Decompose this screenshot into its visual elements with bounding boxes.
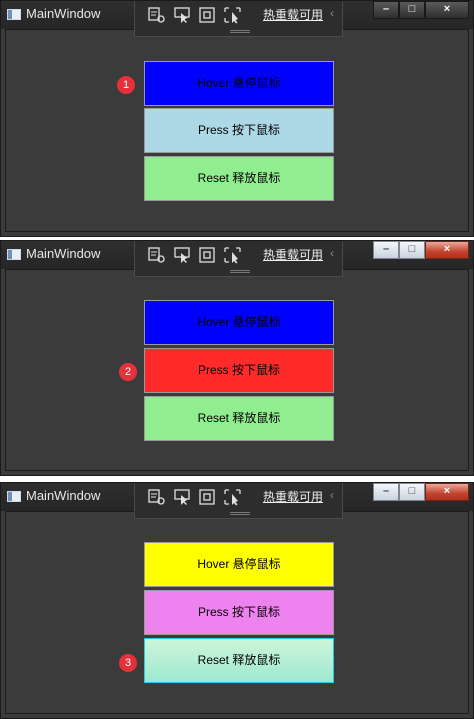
minimize-button[interactable]: – xyxy=(373,1,399,19)
hover-button[interactable]: Hover 悬停鼠标 xyxy=(144,61,334,106)
track-focus-icon[interactable] xyxy=(223,246,242,264)
toolbar-grip[interactable] xyxy=(230,30,250,33)
hover-button[interactable]: Hover 悬停鼠标 xyxy=(144,300,334,345)
select-element-icon[interactable] xyxy=(147,488,166,506)
close-button[interactable]: × xyxy=(425,1,469,19)
window-content: 2 Hover 悬停鼠标 Press 按下鼠标 Reset 释放鼠标 xyxy=(5,269,469,471)
window-title: MainWindow xyxy=(26,488,101,503)
step-badge: 3 xyxy=(119,654,137,672)
pointer-inspect-icon[interactable] xyxy=(173,6,192,24)
app-icon xyxy=(7,9,21,20)
select-element-icon[interactable] xyxy=(147,6,166,24)
window-content: 1 Hover 悬停鼠标 Press 按下鼠标 Reset 释放鼠标 xyxy=(5,29,469,232)
track-focus-icon[interactable] xyxy=(223,488,242,506)
maximize-button[interactable]: □ xyxy=(399,1,425,19)
main-window-1: MainWindow 1 Hover 悬停鼠标 Press 按下鼠标 Reset… xyxy=(0,0,474,237)
step-badge: 2 xyxy=(119,363,137,381)
step-badge: 1 xyxy=(117,76,135,94)
window-title: MainWindow xyxy=(26,246,101,261)
layout-adorner-icon[interactable] xyxy=(198,246,217,264)
hot-reload-status[interactable]: 热重载可用 xyxy=(263,246,323,263)
reset-button[interactable]: Reset 释放鼠标 xyxy=(144,156,334,201)
press-button[interactable]: Press 按下鼠标 xyxy=(144,108,334,153)
window-content: 3 Hover 悬停鼠标 Press 按下鼠标 Reset 释放鼠标 xyxy=(5,511,469,714)
xaml-debug-toolbar: 热重载可用 ‹ xyxy=(134,483,343,519)
minimize-button[interactable]: – xyxy=(373,483,399,501)
app-icon xyxy=(7,249,21,260)
maximize-button[interactable]: □ xyxy=(399,241,425,259)
collapse-toolbar-icon[interactable]: ‹ xyxy=(330,488,334,502)
xaml-debug-toolbar: 热重载可用 ‹ xyxy=(134,241,343,277)
collapse-toolbar-icon[interactable]: ‹ xyxy=(330,6,334,20)
app-icon xyxy=(7,491,21,502)
caption-buttons: – □ × xyxy=(373,483,469,503)
xaml-debug-toolbar: 热重载可用 ‹ xyxy=(134,1,343,37)
window-title: MainWindow xyxy=(26,6,101,21)
track-focus-icon[interactable] xyxy=(223,6,242,24)
reset-button[interactable]: Reset 释放鼠标 xyxy=(144,396,334,441)
layout-adorner-icon[interactable] xyxy=(198,6,217,24)
press-button[interactable]: Press 按下鼠标 xyxy=(144,348,334,393)
minimize-button[interactable]: – xyxy=(373,241,399,259)
main-window-2: MainWindow 2 Hover 悬停鼠标 Press 按下鼠标 Reset… xyxy=(0,240,474,476)
hot-reload-status[interactable]: 热重载可用 xyxy=(263,488,323,505)
caption-buttons: – □ × xyxy=(373,241,469,261)
press-button[interactable]: Press 按下鼠标 xyxy=(144,590,334,635)
reset-button[interactable]: Reset 释放鼠标 xyxy=(144,638,334,683)
close-button[interactable]: × xyxy=(425,483,469,501)
layout-adorner-icon[interactable] xyxy=(198,488,217,506)
hot-reload-status[interactable]: 热重载可用 xyxy=(263,6,323,23)
main-window-3: MainWindow 3 Hover 悬停鼠标 Press 按下鼠标 Reset… xyxy=(0,482,474,719)
caption-buttons: – □ × xyxy=(373,1,469,21)
collapse-toolbar-icon[interactable]: ‹ xyxy=(330,246,334,260)
close-button[interactable]: × xyxy=(425,241,469,259)
pointer-inspect-icon[interactable] xyxy=(173,246,192,264)
select-element-icon[interactable] xyxy=(147,246,166,264)
hover-button[interactable]: Hover 悬停鼠标 xyxy=(144,542,334,587)
toolbar-grip[interactable] xyxy=(230,270,250,273)
pointer-inspect-icon[interactable] xyxy=(173,488,192,506)
maximize-button[interactable]: □ xyxy=(399,483,425,501)
toolbar-grip[interactable] xyxy=(230,512,250,515)
